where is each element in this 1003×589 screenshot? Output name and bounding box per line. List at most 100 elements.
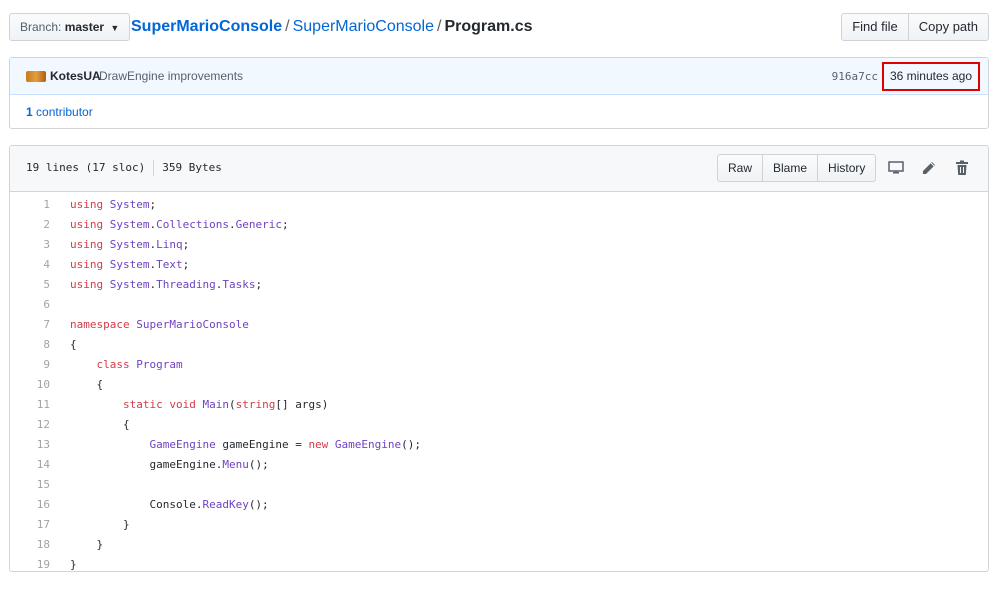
commit-tease: KotesUA DrawEngine improvements 916a7cc …	[9, 57, 989, 129]
line-number[interactable]: 8	[10, 335, 50, 355]
code-line: 12 {	[10, 415, 988, 435]
line-number[interactable]: 10	[10, 375, 50, 395]
code-token: ;	[182, 238, 190, 251]
line-content: Console.ReadKey();	[70, 495, 268, 515]
find-file-button[interactable]: Find file	[841, 13, 909, 41]
code-token: Main	[195, 398, 229, 411]
code-token: Text	[156, 258, 183, 271]
code-line: 14 gameEngine.Menu();	[10, 455, 988, 475]
code-line: 18 }	[10, 535, 988, 555]
file-viewer: 19 lines (17 sloc) 359 Bytes Raw Blame Hi…	[9, 145, 989, 572]
code-token: GameEngine	[149, 438, 216, 451]
contributor-label: contributor	[36, 105, 93, 119]
code-token: ;	[255, 278, 263, 291]
code-blob[interactable]: 1 using System; 2 using System.Collections.…	[10, 192, 988, 571]
line-content: static void Main(string[] args)	[70, 395, 328, 415]
line-number[interactable]: 9	[10, 355, 50, 375]
code-line: 9 class Program	[10, 355, 988, 375]
file-info: 19 lines (17 sloc) 359 Bytes	[26, 146, 222, 190]
line-number[interactable]: 4	[10, 255, 50, 275]
code-token: GameEngine	[328, 438, 402, 451]
breadcrumb-folder-link[interactable]: SuperMarioConsole	[293, 18, 434, 35]
code-line: 2 using System.Collections.Generic;	[10, 215, 988, 235]
branch-name: master	[64, 20, 105, 34]
breadcrumb-separator: /	[285, 18, 290, 35]
file-header: 19 lines (17 sloc) 359 Bytes Raw Blame Hi…	[10, 146, 988, 192]
line-number[interactable]: 7	[10, 315, 50, 335]
line-content: using System;	[70, 195, 156, 215]
pencil-icon[interactable]	[919, 158, 939, 178]
line-number[interactable]: 3	[10, 235, 50, 255]
copy-path-button[interactable]: Copy path	[907, 13, 989, 41]
line-number[interactable]: 5	[10, 275, 50, 295]
code-token: ReadKey	[202, 498, 249, 511]
line-number[interactable]: 6	[10, 295, 50, 315]
line-number[interactable]: 19	[10, 555, 50, 571]
code-line: 4 using System.Text;	[10, 255, 988, 275]
latest-commit-row: KotesUA DrawEngine improvements 916a7cc …	[10, 58, 988, 95]
commit-time: 36 minutes ago	[881, 62, 980, 91]
code-line: 13 GameEngine gameEngine = new GameEngin…	[10, 435, 988, 455]
code-token: Console.	[70, 498, 203, 511]
line-number[interactable]: 18	[10, 535, 50, 555]
code-token: void	[162, 398, 196, 411]
blame-button[interactable]: Blame	[762, 154, 819, 182]
code-token: }	[70, 538, 104, 551]
code-token: string	[235, 398, 276, 411]
code-line: 19}	[10, 555, 988, 571]
commit-sha-link[interactable]: 916a7cc	[832, 58, 878, 95]
line-number[interactable]: 13	[10, 435, 50, 455]
line-number[interactable]: 14	[10, 455, 50, 475]
line-number[interactable]: 17	[10, 515, 50, 535]
code-token: [] args)	[275, 398, 329, 411]
line-content: using System.Linq;	[70, 235, 189, 255]
code-token: Tasks	[222, 278, 256, 291]
code-line: 15	[10, 475, 988, 495]
branch-select-button[interactable]: Branch: master ▼	[9, 13, 131, 41]
history-button[interactable]: History	[817, 154, 877, 182]
line-content: gameEngine.Menu();	[70, 455, 269, 475]
breadcrumb-separator: /	[437, 18, 442, 35]
line-number[interactable]: 12	[10, 415, 50, 435]
commit-author-link[interactable]: KotesUA	[50, 58, 101, 95]
trash-icon[interactable]	[952, 158, 972, 178]
code-token: System	[103, 278, 150, 291]
contributors-link[interactable]: 1 contributor	[10, 95, 988, 129]
line-number[interactable]: 15	[10, 475, 50, 495]
line-content: }	[70, 555, 77, 571]
code-line: 8{	[10, 335, 988, 355]
code-token: System	[103, 258, 150, 271]
raw-button[interactable]: Raw	[717, 154, 764, 182]
commit-message-link[interactable]: DrawEngine improvements	[99, 58, 243, 95]
code-token: .	[228, 218, 236, 231]
code-token: ();	[248, 458, 269, 471]
contributor-count: 1	[26, 105, 33, 119]
breadcrumb-repo-root-link[interactable]: SuperMarioConsole	[131, 18, 282, 35]
desktop-icon[interactable]	[886, 158, 906, 178]
code-token: {	[70, 338, 77, 351]
code-line: 16 Console.ReadKey();	[10, 495, 988, 515]
code-token: gameEngine =	[215, 438, 309, 451]
line-number[interactable]: 2	[10, 215, 50, 235]
line-number[interactable]: 1	[10, 195, 50, 215]
code-token: System	[103, 238, 150, 251]
line-content: GameEngine gameEngine = new GameEngine()…	[70, 435, 421, 455]
code-token: System	[103, 198, 150, 211]
code-token: Menu	[222, 458, 249, 471]
code-token: namespace	[70, 318, 130, 331]
code-token: using	[70, 198, 104, 211]
code-token: static	[122, 398, 163, 411]
line-number[interactable]: 16	[10, 495, 50, 515]
code-line: 17 }	[10, 515, 988, 535]
line-number[interactable]: 11	[10, 395, 50, 415]
code-token: }	[70, 558, 77, 571]
code-token: Collections	[156, 218, 229, 231]
avatar[interactable]	[26, 71, 46, 82]
line-content: }	[70, 535, 103, 555]
code-line: 1 using System;	[10, 195, 988, 215]
code-token: using	[70, 278, 104, 291]
code-token: ;	[182, 258, 190, 271]
code-line: 7 namespace SuperMarioConsole	[10, 315, 988, 335]
